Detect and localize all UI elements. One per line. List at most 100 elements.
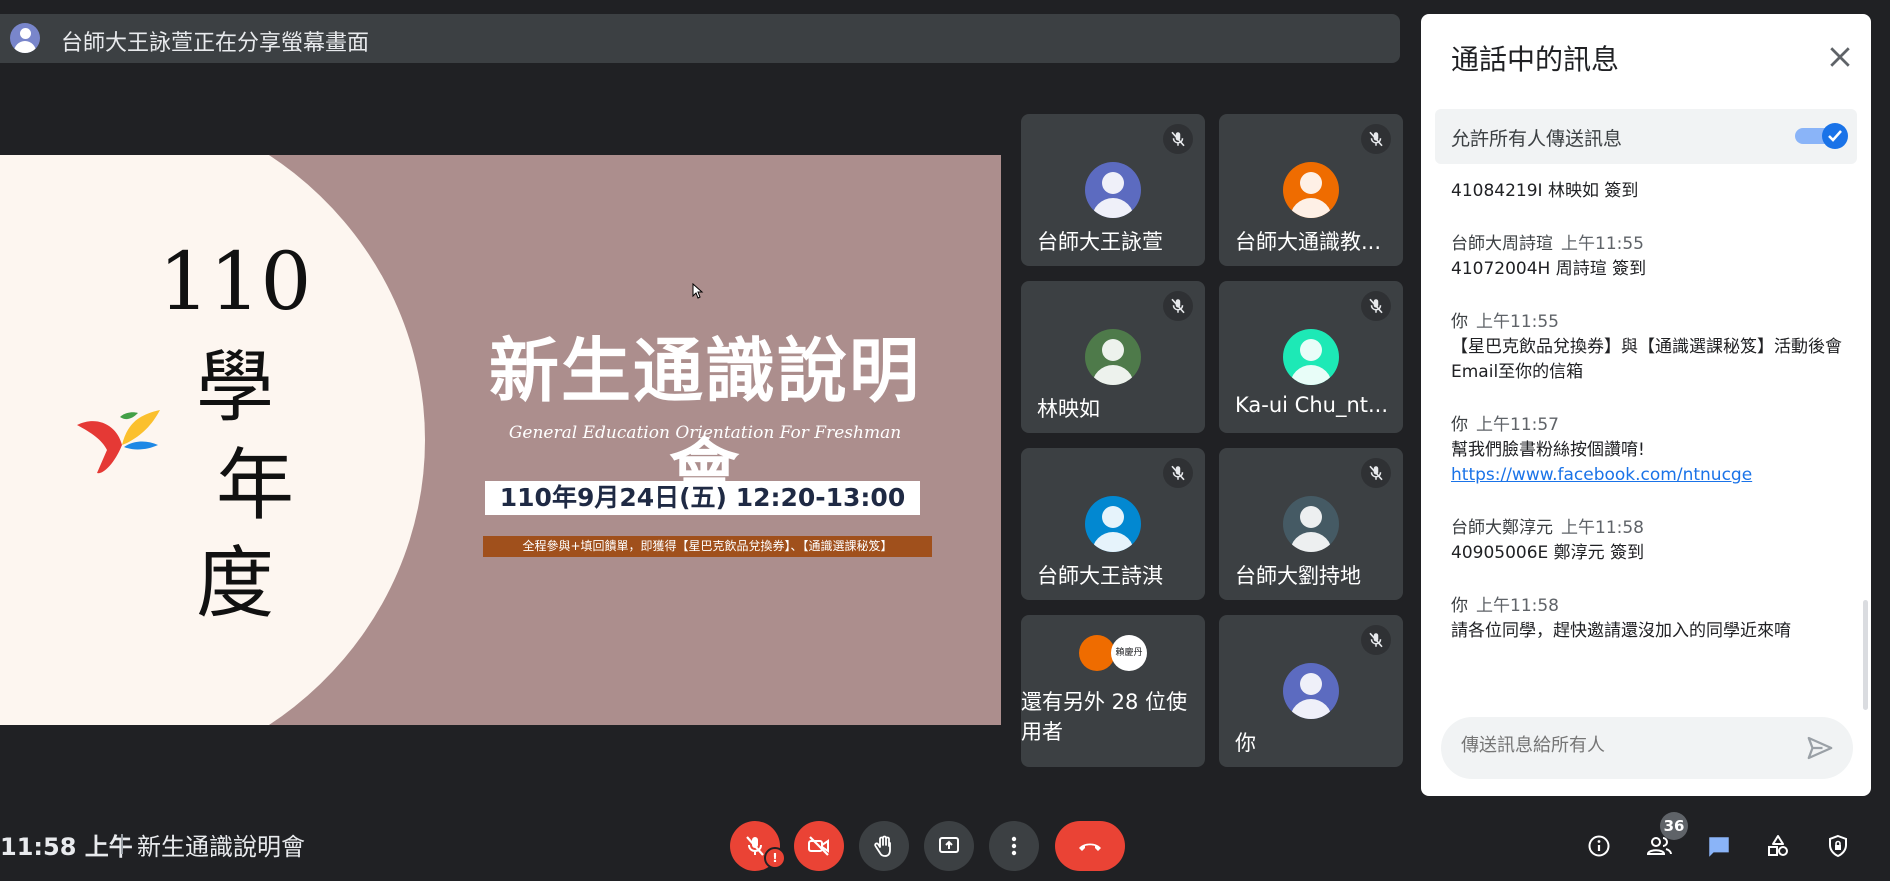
participant-avatar <box>1283 329 1339 385</box>
activities-button[interactable] <box>1758 826 1798 866</box>
meeting-name: 新生通識說明會 <box>137 833 305 861</box>
participant-avatar <box>1085 496 1141 552</box>
chat-button[interactable] <box>1698 826 1738 866</box>
message-header: 台師大周詩瑄 上午11:55 <box>1451 232 1861 257</box>
muted-indicator <box>1361 124 1391 154</box>
participant-avatar <box>1079 635 1115 671</box>
participant-count-badge: 36 <box>1660 812 1688 840</box>
allow-messages-label: 允許所有人傳送訊息 <box>1451 128 1623 150</box>
more-participants-label: 還有另外 28 位使用者 <box>1021 690 1188 744</box>
participant-name: 林映如 <box>1037 397 1100 421</box>
toggle-knob <box>1822 123 1848 149</box>
chat-message: 41084219I 林映如 簽到 <box>1451 179 1861 204</box>
message-time: 上午11:55 <box>1476 312 1559 332</box>
present-button[interactable] <box>924 821 974 871</box>
mic-warning-icon: ! <box>764 847 786 869</box>
send-icon[interactable] <box>1805 733 1835 763</box>
host-controls-button[interactable] <box>1818 826 1858 866</box>
muted-indicator <box>1361 458 1391 488</box>
chat-message: 你上午11:58 請各位同學，趕快邀請還沒加入的同學近來唷 <box>1451 594 1861 644</box>
mic-off-icon <box>1171 298 1185 314</box>
message-header: 你上午11:55 <box>1451 310 1861 335</box>
message-header: 台師大鄭淳元 上午11:58 <box>1451 516 1861 541</box>
university-logo <box>77 410 160 474</box>
mic-off-icon <box>1171 465 1185 481</box>
chat-input-box <box>1441 717 1853 779</box>
muted-indicator <box>1163 291 1193 321</box>
mic-off-icon <box>1369 131 1383 147</box>
shield-lock-icon <box>1829 834 1847 858</box>
chat-message: 台師大周詩瑄 上午11:55 41072004H 周詩瑄 簽到 <box>1451 232 1861 282</box>
message-link[interactable]: https://www.facebook.com/ntnucge <box>1451 465 1752 485</box>
participant-chip: 賴慶丹 <box>1111 635 1147 671</box>
message-time: 上午11:58 <box>1561 518 1644 538</box>
participant-name: 台師大王詩淇 <box>1037 564 1163 588</box>
participant-tile[interactable]: 台師大劉持地 <box>1219 448 1403 600</box>
participant-tile[interactable]: 賴慶丹還有另外 28 位使用者 <box>1021 615 1205 767</box>
activities-icon <box>1768 835 1788 856</box>
message-sender: 台師大鄭淳元 <box>1451 518 1553 538</box>
camera-button[interactable] <box>794 821 844 871</box>
close-icon[interactable] <box>1825 42 1855 72</box>
message-header: 你上午11:57 <box>1451 413 1861 438</box>
participant-tile[interactable]: 台師大王詠萱 <box>1021 114 1205 266</box>
mic-off-icon <box>1369 298 1383 314</box>
presenting-banner: 台師大王詠萱正在分享螢幕畫面 <box>0 14 1400 63</box>
message-text: 幫我們臉書粉絲按個讚唷! <box>1451 440 1645 460</box>
mic-off-icon <box>1171 131 1185 147</box>
slide-year: 110 <box>158 235 312 328</box>
presenter-avatar <box>10 23 40 53</box>
divider <box>121 834 123 854</box>
chat-message: 台師大鄭淳元 上午11:58 40905006E 鄭淳元 簽到 <box>1451 516 1861 566</box>
message-time: 上午11:58 <box>1476 596 1559 616</box>
participant-name: 台師大王詠萱 <box>1037 230 1163 254</box>
meeting-details-button[interactable] <box>1579 826 1619 866</box>
message-sender: 你 <box>1451 415 1468 435</box>
hang-up-icon <box>1079 843 1101 851</box>
message-list: 41084219I 林映如 簽到台師大周詩瑄 上午11:55 41072004H 周… <box>1451 179 1861 672</box>
hand-icon <box>874 835 891 857</box>
allow-messages-toggle[interactable] <box>1795 123 1848 149</box>
more-vert-icon <box>1011 836 1017 856</box>
leave-call-button[interactable] <box>1055 821 1125 871</box>
chat-message: 你上午11:55 【星巴克飲品兌換券】與【通識選課秘笈】活動後會Email至你的信… <box>1451 310 1861 385</box>
muted-indicator <box>1361 291 1391 321</box>
info-icon <box>1588 835 1610 857</box>
mic-button[interactable]: ! <box>730 821 786 871</box>
participant-tile[interactable]: 林映如 <box>1021 281 1205 433</box>
present-screen-icon <box>939 837 959 853</box>
participant-tile[interactable]: 你 <box>1219 615 1403 767</box>
chat-scrollbar[interactable] <box>1863 600 1868 710</box>
participant-name: Ka-ui Chu_nt... <box>1235 393 1389 417</box>
chat-icon <box>1709 837 1729 857</box>
participant-tile[interactable]: Ka-ui Chu_nt... <box>1219 281 1403 433</box>
cursor-icon <box>692 283 704 299</box>
message-text: 【星巴克飲品兌換券】與【通識選課秘笈】活動後會Email至你的信箱 <box>1451 337 1842 382</box>
message-text: 41084219I 林映如 簽到 <box>1451 181 1639 201</box>
participant-tile[interactable]: 台師大王詩淇 <box>1021 448 1205 600</box>
message-sender: 台師大周詩瑄 <box>1451 234 1553 254</box>
participant-tile[interactable]: 台師大通識教... <box>1219 114 1403 266</box>
raise-hand-button[interactable] <box>859 821 909 871</box>
message-sender: 你 <box>1451 596 1468 616</box>
chat-message: 你上午11:57 幫我們臉書粉絲按個讚唷! https://www.facebook… <box>1451 413 1861 488</box>
message-header: 你上午11:58 <box>1451 594 1861 619</box>
participant-avatar <box>1085 162 1141 218</box>
participant-avatar <box>1283 496 1339 552</box>
participant-name: 你 <box>1235 731 1256 755</box>
slide-subtitle: General Education Orientation For Freshm… <box>508 423 902 443</box>
presenting-text: 台師大王詠萱正在分享螢幕畫面 <box>61 31 370 56</box>
check-icon <box>1828 130 1842 142</box>
slide-char-1: 學 <box>195 343 274 433</box>
slide-date: 110年9月24日(五) 12:20-13:00 <box>485 481 920 515</box>
chat-input[interactable] <box>1459 734 1793 757</box>
slide-notice: 全程參與+填回饋單，即獲得【星巴克飲品兌換券】、【通識選課秘笈】 <box>483 536 932 557</box>
participant-name: 台師大通識教... <box>1235 230 1382 254</box>
message-text: 請各位同學，趕快邀請還沒加入的同學近來唷 <box>1451 621 1791 641</box>
chat-title: 通話中的訊息 <box>1451 43 1620 76</box>
chat-panel: 通話中的訊息 允許所有人傳送訊息 41084219I 林映如 簽到 台師大周詩瑄上… <box>1421 14 1871 796</box>
participant-avatar <box>1283 663 1339 719</box>
participant-avatar <box>1085 329 1141 385</box>
more-options-button[interactable] <box>989 821 1039 871</box>
message-time: 上午11:57 <box>1476 415 1559 435</box>
